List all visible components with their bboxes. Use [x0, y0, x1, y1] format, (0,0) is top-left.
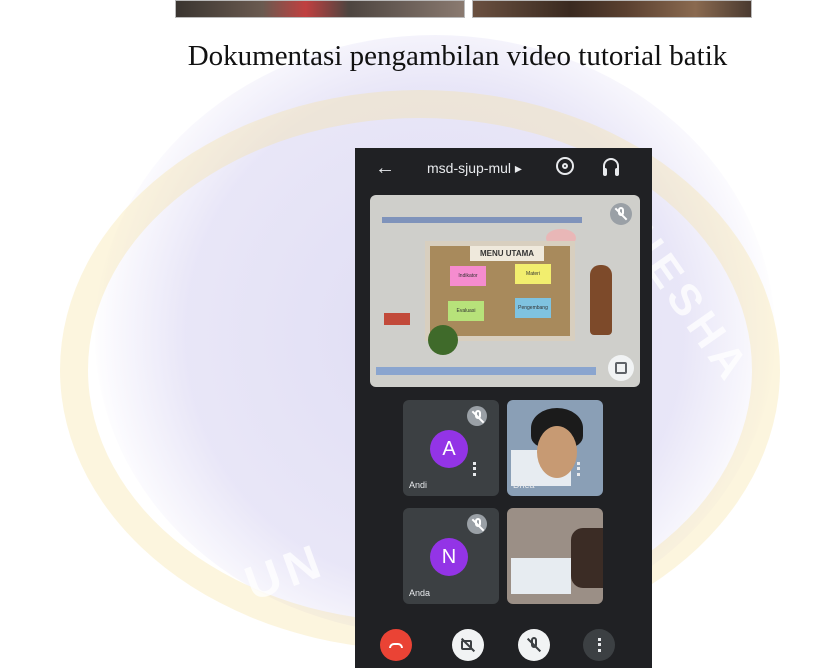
participant-tile-andi[interactable]: A Andi: [403, 400, 499, 496]
participant-name: Andi: [409, 480, 428, 490]
meet-screenshot: ← msd-sjup-mul ▸ MENU UTAMA Indikator Ma…: [355, 148, 652, 668]
signpost-graphic: [384, 313, 410, 325]
screen-footer-bar: [376, 367, 596, 375]
switch-camera-icon[interactable]: [556, 157, 574, 175]
participant-name: Dhea: [513, 480, 535, 490]
fullscreen-button[interactable]: [608, 355, 634, 381]
documentation-photo-right: [472, 0, 752, 18]
note-materi: Materi: [515, 264, 551, 284]
shared-screen[interactable]: MENU UTAMA Indikator Materi Evaluasi Pen…: [370, 195, 640, 387]
more-options-icon[interactable]: [577, 462, 583, 476]
documentation-photo-left: [175, 0, 465, 18]
note-evaluasi: Evaluasi: [448, 301, 484, 321]
participant-tile-video[interactable]: [507, 508, 603, 604]
avatar: N: [430, 538, 468, 576]
meeting-code[interactable]: msd-sjup-mul ▸: [427, 160, 522, 177]
participant-tile-anda[interactable]: N Anda: [403, 508, 499, 604]
participant-face: [537, 426, 577, 478]
mic-off-icon: [610, 203, 632, 225]
camera-off-button[interactable]: [452, 629, 484, 661]
participant-tile-dhea[interactable]: Dhea: [507, 400, 603, 496]
screen-header-bar: [382, 217, 582, 223]
end-call-button[interactable]: [380, 629, 412, 661]
mic-off-icon: [467, 406, 487, 426]
background-window: [511, 558, 571, 594]
participant-figure: [571, 528, 603, 588]
more-options-icon[interactable]: [473, 462, 479, 476]
menu-title: MENU UTAMA: [470, 246, 545, 261]
note-indikator: Indikator: [450, 266, 486, 286]
more-options-button[interactable]: [583, 629, 615, 661]
mic-off-button[interactable]: [518, 629, 550, 661]
note-pengembang: Pengembang: [515, 298, 551, 318]
figure-caption: Dokumentasi pengambilan video tutorial b…: [187, 40, 728, 72]
avatar: A: [430, 430, 468, 468]
participant-name: Anda: [409, 588, 431, 598]
headphones-icon[interactable]: [603, 158, 619, 176]
plant-graphic: [428, 325, 458, 355]
mic-off-icon: [467, 514, 487, 534]
presenter-graphic: [590, 265, 612, 335]
meet-top-bar: ← msd-sjup-mul ▸: [355, 148, 652, 188]
arrow-left-icon[interactable]: ←: [375, 157, 395, 180]
